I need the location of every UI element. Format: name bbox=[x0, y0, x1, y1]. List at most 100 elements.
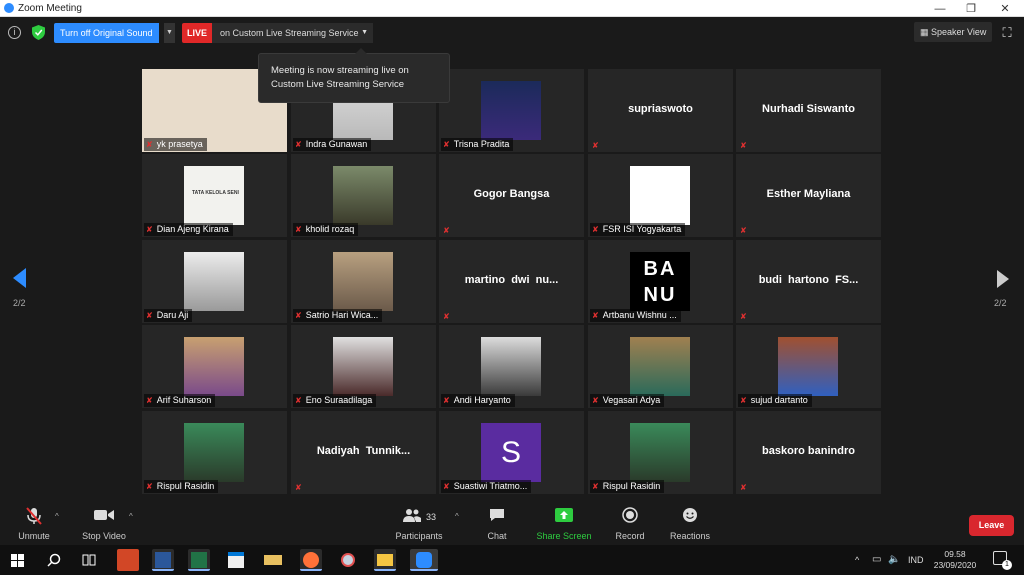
participants-icon: 33 bbox=[394, 507, 444, 527]
participant-tile[interactable]: ✘ Satrio Hari Wica... bbox=[291, 240, 436, 323]
participant-tile[interactable]: ✘ Eno Suraadilaga bbox=[291, 325, 436, 408]
participant-tile[interactable]: Nurhadi Siswanto ✘ bbox=[736, 69, 881, 152]
minimize-button[interactable]: — bbox=[925, 0, 955, 17]
participant-tile[interactable]: ✘ Rispul Rasidin bbox=[588, 411, 733, 494]
participant-name: sujud dartanto bbox=[750, 395, 808, 405]
participant-name-label: ✘ Arif Suharson bbox=[144, 394, 216, 407]
participant-tile[interactable]: ✘ FSR ISI Yogyakarta bbox=[588, 154, 733, 237]
powerpoint-app-icon[interactable] bbox=[117, 549, 139, 571]
participant-video bbox=[481, 337, 541, 396]
share-screen-label: Share Screen bbox=[536, 531, 592, 541]
participant-tile[interactable]: BANU ✘ Artbanu Wishnu ... bbox=[588, 240, 733, 323]
store-app-icon[interactable] bbox=[225, 549, 247, 571]
unmute-button[interactable]: Unmute bbox=[14, 507, 54, 541]
record-button[interactable]: Record bbox=[612, 507, 648, 541]
participant-name-label: ✘ Rispul Rasidin bbox=[144, 480, 219, 493]
participant-tile[interactable]: supriaswoto ✘ bbox=[588, 69, 733, 152]
participant-name-label: ✘ Satrio Hari Wica... bbox=[293, 309, 383, 322]
muted-microphone-icon: ✘ bbox=[740, 226, 747, 235]
participant-tile[interactable]: Gogor Bangsa ✘ bbox=[439, 154, 584, 237]
stop-video-button[interactable]: Stop Video bbox=[80, 507, 128, 541]
meeting-controls-toolbar: Unmute ^ Stop Video ^ 33 Participants ^ … bbox=[0, 503, 1024, 545]
participant-tile[interactable]: baskoro banindro ✘ bbox=[736, 411, 881, 494]
muted-microphone-icon: ✘ bbox=[443, 396, 450, 405]
file-explorer-icon[interactable] bbox=[374, 549, 396, 571]
security-shield-icon[interactable] bbox=[32, 25, 45, 40]
participant-name-label: ✘ Rispul Rasidin bbox=[590, 480, 665, 493]
participant-tile[interactable]: ✘ kholid rozaq bbox=[291, 154, 436, 237]
muted-microphone-icon: ✘ bbox=[146, 311, 153, 320]
muted-microphone-icon: ✘ bbox=[740, 396, 747, 405]
participant-name: Trisna Pradita bbox=[453, 139, 510, 149]
tray-overflow-caret-icon[interactable]: ^ bbox=[855, 545, 859, 575]
participant-name: Andi Haryanto bbox=[453, 395, 511, 405]
participant-video bbox=[481, 81, 541, 140]
participants-button[interactable]: 33 Participants bbox=[394, 507, 444, 541]
chevron-down-icon: ▼ bbox=[361, 29, 368, 36]
participant-tile[interactable]: ✘ Andi Haryanto bbox=[439, 325, 584, 408]
volume-icon[interactable]: 🔈 bbox=[888, 545, 900, 575]
system-clock[interactable]: 09.58 23/09/2020 bbox=[930, 549, 980, 571]
speaker-view-button[interactable]: ▦ Speaker View bbox=[914, 22, 993, 42]
participant-name-label: ✘ yk prasetya bbox=[144, 138, 207, 151]
participant-name: yk prasetya bbox=[156, 139, 203, 149]
windows-start-icon[interactable] bbox=[11, 554, 24, 567]
muted-microphone-icon bbox=[14, 507, 54, 527]
participant-tile[interactable]: Esther Mayliana ✘ bbox=[736, 154, 881, 237]
video-options-caret-icon[interactable]: ^ bbox=[129, 512, 133, 521]
participants-count: 33 bbox=[425, 512, 436, 522]
participant-name: Indra Gunawan bbox=[305, 139, 368, 149]
next-page-arrow-icon[interactable] bbox=[997, 270, 1009, 288]
word-app-icon[interactable] bbox=[152, 549, 174, 571]
participants-options-caret-icon[interactable]: ^ bbox=[455, 512, 459, 521]
search-icon[interactable] bbox=[47, 553, 61, 567]
muted-microphone-icon: ✘ bbox=[592, 396, 599, 405]
participant-tile[interactable]: martino dwi nu... ✘ bbox=[439, 240, 584, 323]
previous-page-arrow-icon[interactable] bbox=[13, 268, 26, 288]
participant-name-label: ✘ Artbanu Wishnu ... bbox=[590, 309, 681, 322]
audio-options-caret-icon[interactable]: ^ bbox=[55, 512, 59, 521]
info-icon[interactable]: i bbox=[8, 26, 21, 39]
paint-app-icon[interactable] bbox=[337, 549, 359, 571]
muted-microphone-icon: ✘ bbox=[146, 396, 153, 405]
participant-tile[interactable]: ✘ Vegasari Adya bbox=[588, 325, 733, 408]
task-view-icon[interactable] bbox=[82, 553, 96, 567]
muted-microphone-icon: ✘ bbox=[146, 140, 153, 149]
participant-tile[interactable]: TATA KELOLA SENI ✘ Dian Ajeng Kirana bbox=[142, 154, 287, 237]
network-icon[interactable]: ▭ bbox=[872, 545, 881, 575]
participant-name-label: ✘ sujud dartanto bbox=[738, 394, 812, 407]
chat-button[interactable]: Chat bbox=[480, 507, 514, 541]
scanner-app-icon[interactable] bbox=[262, 549, 284, 571]
muted-microphone-icon: ✘ bbox=[295, 311, 302, 320]
participant-tile[interactable]: ✘ Rispul Rasidin bbox=[142, 411, 287, 494]
leave-meeting-button[interactable]: Leave bbox=[969, 515, 1014, 536]
excel-app-icon[interactable] bbox=[188, 549, 210, 571]
fullscreen-icon[interactable]: ⛶ bbox=[1000, 26, 1014, 40]
participant-tile[interactable]: ✘ Daru Aji bbox=[142, 240, 287, 323]
participant-name: Vegasari Adya bbox=[602, 395, 661, 405]
previous-page-label: 2/2 bbox=[13, 298, 26, 308]
participant-tile[interactable]: ✘ Trisna Pradita bbox=[439, 69, 584, 152]
participant-tile[interactable]: Nadiyah Tunnik... ✘ bbox=[291, 411, 436, 494]
record-icon bbox=[612, 507, 648, 527]
notifications-icon[interactable]: 1 bbox=[993, 551, 1012, 570]
muted-microphone-icon: ✘ bbox=[443, 482, 450, 491]
maximize-button[interactable]: ❐ bbox=[956, 0, 986, 17]
participant-name: Arif Suharson bbox=[156, 395, 212, 405]
firefox-app-icon[interactable] bbox=[300, 549, 322, 571]
participant-tile[interactable]: budi hartono FS... ✘ bbox=[736, 240, 881, 323]
input-language-indicator[interactable]: IND bbox=[908, 545, 924, 575]
zoom-app-icon[interactable] bbox=[410, 549, 438, 571]
participant-tile[interactable]: ✘ sujud dartanto bbox=[736, 325, 881, 408]
muted-microphone-icon: ✘ bbox=[295, 140, 302, 149]
slide-title-text: TATA KELOLA SENI bbox=[192, 190, 239, 196]
close-button[interactable]: ✕ bbox=[990, 0, 1020, 17]
share-screen-button[interactable]: Share Screen bbox=[534, 507, 594, 541]
participant-tile[interactable]: S ✘ Suastiwi Triatmo... bbox=[439, 411, 584, 494]
muted-microphone-icon: ✘ bbox=[443, 140, 450, 149]
original-sound-dropdown[interactable]: ▼ bbox=[164, 23, 175, 43]
turn-off-original-sound-button[interactable]: Turn off Original Sound bbox=[54, 23, 159, 43]
live-streaming-service-button[interactable]: on Custom Live Streaming Service ▼ bbox=[212, 23, 373, 43]
reactions-button[interactable]: Reactions bbox=[668, 507, 712, 541]
participant-tile[interactable]: ✘ Arif Suharson bbox=[142, 325, 287, 408]
